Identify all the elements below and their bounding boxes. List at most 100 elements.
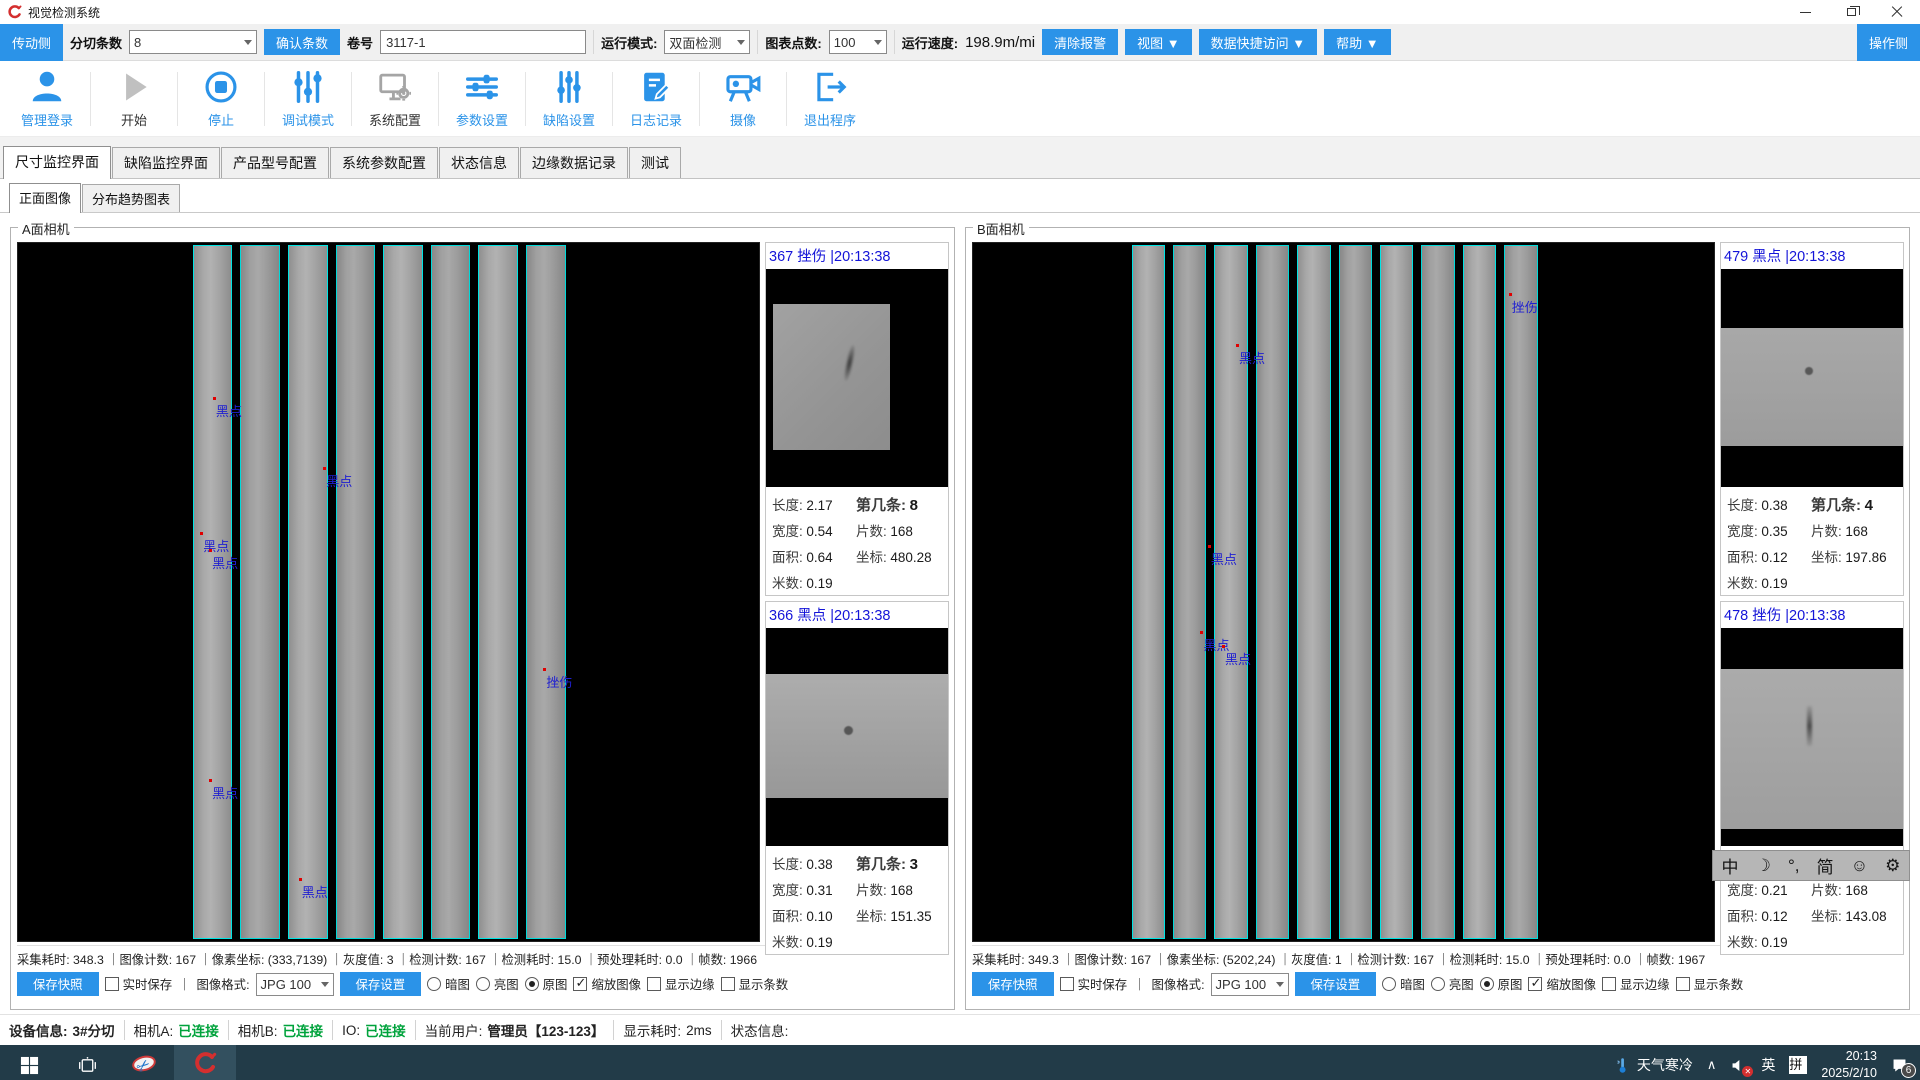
system-config-button[interactable]: 系统配置 (352, 66, 438, 132)
data-quick-access-button[interactable]: 数据快捷访问 ▼ (1199, 29, 1317, 55)
view-menu-button[interactable]: 视图 ▼ (1125, 29, 1191, 55)
ime-charset-button[interactable]: 简 (1817, 853, 1834, 878)
help-menu-button[interactable]: 帮助 ▼ (1324, 29, 1390, 55)
image-format-select[interactable]: JPG 100 (1211, 973, 1289, 996)
volume-tray-item[interactable]: ✕ (1730, 1057, 1747, 1074)
minimize-button[interactable] (1782, 0, 1828, 24)
tab-test[interactable]: 测试 (629, 147, 681, 178)
save-settings-button[interactable]: 保存设置 (340, 972, 422, 996)
save-settings-button[interactable]: 保存设置 (1295, 972, 1377, 996)
clock-tray-item[interactable]: 20:13 2025/2/10 (1821, 1048, 1877, 1080)
ime-mode-button[interactable]: 中 (1722, 853, 1739, 878)
ime-indicator[interactable]: 拼 (1789, 1056, 1807, 1074)
defect-entry-header[interactable]: 478 挫伤 |20:13:38 (1721, 602, 1903, 628)
language-indicator[interactable]: 英 (1761, 1055, 1775, 1075)
icon-toolbar: 管理登录 开始 停止 调试模式 系统配置 参数设置 缺陷设置 日志记录 摄像 (0, 61, 1920, 137)
defect-thumbnail[interactable] (766, 269, 948, 487)
image-format-select[interactable]: JPG 100 (256, 973, 334, 996)
drive-side-button[interactable]: 传动侧 (0, 24, 63, 61)
slit-count-label: 分切条数 (70, 33, 122, 52)
realtime-save-checkbox[interactable] (1060, 977, 1074, 991)
close-button[interactable] (1874, 0, 1920, 24)
snipping-tool-button[interactable]: ✂ (116, 1045, 174, 1080)
run-mode-select[interactable]: 双面检测 (664, 30, 750, 54)
zoom-image-checkbox[interactable] (573, 977, 587, 991)
start-menu-button[interactable] (0, 1045, 58, 1080)
film-strip (336, 245, 376, 939)
film-strip (1504, 245, 1537, 939)
play-icon (115, 68, 153, 106)
original-image-radio[interactable] (525, 977, 539, 991)
ime-settings-button[interactable]: ⚙ (1885, 856, 1900, 876)
show-count-checkbox[interactable] (721, 977, 735, 991)
defect-thumbnail[interactable] (1721, 269, 1903, 487)
tab-defect-monitor[interactable]: 缺陷监控界面 (112, 147, 220, 178)
clear-alarm-button[interactable]: 清除报警 (1042, 29, 1118, 55)
defect-entry-header[interactable]: 366 黑点 |20:13:38 (766, 602, 948, 628)
realtime-save-checkbox[interactable] (105, 977, 119, 991)
show-edge-checkbox[interactable] (647, 977, 661, 991)
defect-thumbnail[interactable] (1721, 628, 1903, 846)
defect-marker-label: 黑点 (1211, 549, 1237, 568)
log-record-button[interactable]: 日志记录 (613, 66, 699, 132)
ime-halfwidth-icon[interactable]: ☽ (1756, 856, 1771, 876)
status-bar: 设备信息:3#分切 相机A:已连接 相机B:已连接 IO:已连接 当前用户:管理… (0, 1014, 1920, 1045)
film-strip-region (193, 245, 566, 939)
panel-a-groupbox: A面相机 黑点黑点黑点黑点挫伤黑点黑点 367 挫伤 |20:13:38 长度:… (10, 227, 955, 1010)
operate-side-button[interactable]: 操作侧 (1857, 24, 1920, 61)
tab-product-model-config[interactable]: 产品型号配置 (221, 147, 329, 178)
restore-button[interactable] (1828, 0, 1874, 24)
dark-image-radio[interactable] (427, 977, 441, 991)
bright-image-radio[interactable] (476, 977, 490, 991)
notification-center-button[interactable]: 6 (1891, 1057, 1908, 1074)
task-view-button[interactable] (58, 1045, 116, 1080)
tab-system-param-config[interactable]: 系统参数配置 (330, 147, 438, 178)
defect-entry: 479 黑点 |20:13:38 长度: 0.38 第几条: 4 宽度: 0.3… (1720, 242, 1904, 596)
subtab-distribution-trend[interactable]: 分布趋势图表 (82, 184, 180, 212)
camera-a-label: 相机A: (134, 1020, 174, 1040)
start-button[interactable]: 开始 (91, 66, 177, 132)
film-strip (1421, 245, 1454, 939)
film-strip (478, 245, 518, 939)
subtab-front-image[interactable]: 正面图像 (9, 183, 81, 213)
tab-size-monitor[interactable]: 尺寸监控界面 (3, 146, 111, 179)
parameter-settings-button[interactable]: 参数设置 (439, 66, 525, 132)
tab-edge-data-record[interactable]: 边缘数据记录 (520, 147, 628, 178)
chart-points-select[interactable]: 100 (829, 30, 887, 54)
roll-no-input[interactable] (380, 30, 586, 54)
hidden-icons-chevron[interactable]: ∧ (1707, 1057, 1717, 1073)
slit-count-select[interactable]: 8 (129, 30, 257, 54)
save-snapshot-button[interactable]: 保存快照 (972, 972, 1054, 996)
film-strip (383, 245, 423, 939)
defect-entry-header[interactable]: 479 黑点 |20:13:38 (1721, 243, 1903, 269)
weather-tray-item[interactable]: 天气寒冷 (1614, 1055, 1693, 1075)
main-toolbar: 传动侧 分切条数 8 确认条数 卷号 运行模式: 双面检测 图表点数: 100 … (0, 24, 1920, 61)
zoom-image-checkbox[interactable] (1528, 977, 1542, 991)
camera-a-view[interactable]: 黑点黑点黑点黑点挫伤黑点黑点 (17, 242, 760, 942)
defect-settings-button[interactable]: 缺陷设置 (526, 66, 612, 132)
ime-emoji-button[interactable]: ☺ (1851, 856, 1868, 876)
save-snapshot-button[interactable]: 保存快照 (17, 972, 99, 996)
display-time-label: 显示耗时: (623, 1020, 681, 1040)
defect-entry-header[interactable]: 367 挫伤 |20:13:38 (766, 243, 948, 269)
show-edge-checkbox[interactable] (1602, 977, 1616, 991)
image-format-label: 图像格式: (1152, 975, 1205, 993)
stop-button[interactable]: 停止 (178, 66, 264, 132)
recording-button[interactable]: 摄像 (700, 66, 786, 132)
dark-image-radio[interactable] (1382, 977, 1396, 991)
original-image-radio[interactable] (1480, 977, 1494, 991)
defect-id: 479 (1724, 249, 1748, 265)
tab-status-info[interactable]: 状态信息 (439, 147, 519, 178)
confirm-count-button[interactable]: 确认条数 (264, 29, 340, 55)
exit-program-button[interactable]: 退出程序 (787, 66, 873, 132)
ime-punctuation-button[interactable]: °, (1788, 856, 1800, 876)
bright-image-radio[interactable] (1431, 977, 1445, 991)
admin-login-button[interactable]: 管理登录 (4, 66, 90, 132)
show-count-checkbox[interactable] (1676, 977, 1690, 991)
defect-thumbnail[interactable] (766, 628, 948, 846)
defect-id: 367 (769, 249, 793, 265)
debug-mode-button[interactable]: 调试模式 (265, 66, 351, 132)
camera-b-view[interactable]: 挫伤黑点黑点黑点黑点 (972, 242, 1715, 942)
defect-marker-label: 黑点 (302, 882, 328, 901)
inspection-app-taskbar-button[interactable] (174, 1045, 236, 1080)
